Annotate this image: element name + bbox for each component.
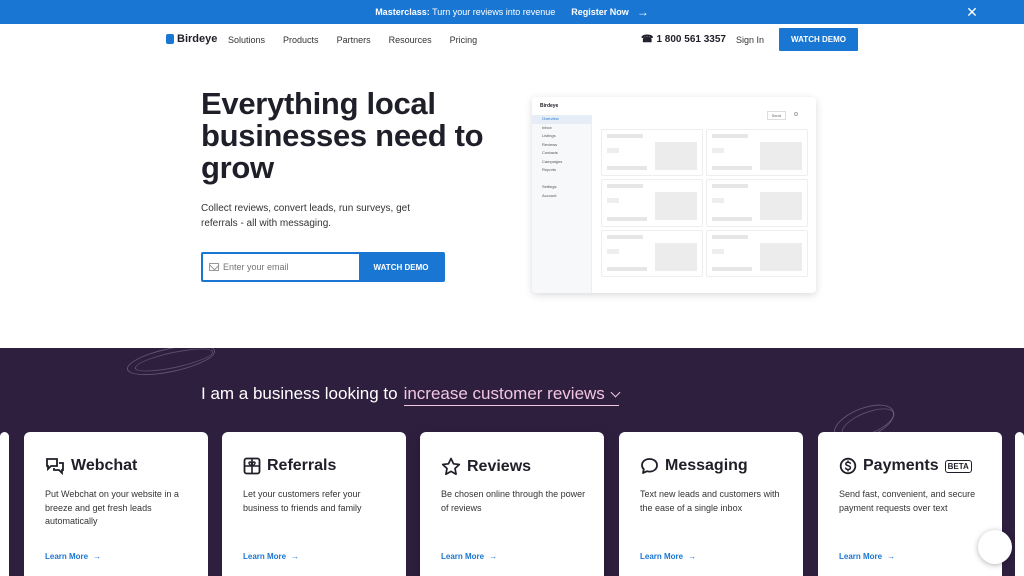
product-card-webchat[interactable]: Webchat Put Webchat on your website in a… [24, 432, 208, 576]
nav-item-solutions[interactable]: Solutions [228, 35, 265, 45]
nav-menu: Solutions Products Partners Resources Pr… [228, 35, 477, 45]
hero-watch-demo-button[interactable]: WATCH DEMO [359, 254, 443, 280]
dollar-icon [839, 457, 857, 475]
card-title: Webchat [45, 457, 137, 475]
mockup-grid [601, 129, 808, 277]
mockup-side-item: Listings [542, 133, 556, 138]
product-card-reviews[interactable]: Reviews Be chosen online through the pow… [420, 432, 604, 576]
sign-in-link[interactable]: Sign In [736, 35, 764, 45]
close-icon[interactable]: ✕ [964, 4, 980, 20]
mockup-logo: Birdeye [540, 103, 559, 109]
chevron-down-icon [610, 387, 621, 397]
arrow-right-icon: → [887, 552, 896, 561]
nav-item-pricing[interactable]: Pricing [450, 35, 478, 45]
learn-more-text: Learn More [441, 552, 485, 561]
learn-more-link[interactable]: Learn More → [45, 552, 101, 561]
email-input[interactable] [203, 254, 359, 280]
mockup-side-item: Campaigns [542, 158, 563, 164]
card-edge-right [1015, 432, 1024, 576]
learn-more-text: Learn More [45, 552, 89, 561]
arrow-right-icon: → [93, 552, 102, 561]
learn-more-text: Learn More [839, 552, 883, 561]
card-title: Payments BETA [839, 457, 972, 475]
mockup-side-item: Contacts [542, 150, 558, 155]
goal-prefix: I am a business looking to [201, 384, 398, 403]
mockup-side-item: Reviews [542, 141, 558, 147]
main-nav: Birdeye Solutions Products Partners Reso… [0, 24, 1024, 58]
learn-more-link[interactable]: Learn More → [243, 552, 299, 561]
phone-icon: ☎ [641, 34, 654, 45]
card-description: Send fast, convenient, and secure paymen… [839, 489, 976, 513]
mockup-sidebar: Overview Inbox Listings Reviews Contacts… [532, 115, 592, 293]
card-title-text: Reviews [467, 457, 532, 475]
card-title-text: Referrals [267, 457, 337, 474]
dashboard-mockup: Birdeye Send Overview Inbox Listings Rev… [532, 97, 816, 293]
mockup-side-item: Reports [542, 167, 557, 172]
mockup-send-button: Send [766, 111, 786, 120]
card-description: Put Webchat on your website in a breeze … [45, 489, 179, 526]
learn-more-link[interactable]: Learn More → [640, 552, 696, 561]
nav-item-products[interactable]: Products [283, 35, 319, 45]
mockup-card [601, 229, 703, 277]
product-card-messaging[interactable]: Messaging Text new leads and customers w… [619, 432, 803, 576]
arrow-right-icon: → [489, 552, 498, 561]
card-description: Be chosen online through the power of re… [441, 489, 586, 513]
arrow-right-icon: → [291, 552, 300, 561]
mockup-side-item: Inbox [542, 124, 552, 130]
arrow-right-icon: → [688, 552, 697, 561]
mockup-settings-icon [794, 112, 798, 116]
birdeye-logo-icon [166, 34, 174, 44]
phone-link[interactable]: ☎ 1 800 561 3357 [641, 34, 726, 45]
goal-selected-value: increase customer reviews [403, 384, 605, 403]
card-description: Text new leads and customers with the ea… [640, 489, 780, 513]
brand-name: Birdeye [177, 33, 218, 45]
register-now-link[interactable]: Register Now [571, 7, 629, 17]
card-title-text: Webchat [71, 457, 138, 474]
card-title: Reviews [441, 457, 531, 476]
card-title-text: Payments [863, 457, 939, 474]
star-icon [441, 457, 461, 476]
gift-icon [243, 457, 261, 475]
mockup-side-item: Account [542, 192, 557, 198]
promo-strong: Masterclass: [375, 7, 430, 17]
learn-more-text: Learn More [640, 552, 684, 561]
learn-more-text: Learn More [243, 552, 287, 561]
mockup-side-item: Settings [542, 184, 557, 189]
nav-item-partners[interactable]: Partners [337, 35, 371, 45]
message-icon [640, 457, 659, 475]
mail-icon [209, 263, 219, 271]
learn-more-link[interactable]: Learn More → [441, 552, 497, 561]
card-edge-left [0, 432, 9, 576]
mockup-card [706, 129, 808, 177]
product-card-referrals[interactable]: Referrals Let your customers refer your … [222, 432, 406, 576]
mockup-card [706, 179, 808, 227]
product-card-payments[interactable]: Payments BETA Send fast, convenient, and… [818, 432, 1002, 576]
hero-title: Everything local businesses need to grow [201, 86, 484, 185]
logo[interactable]: Birdeye [166, 33, 217, 45]
email-form: WATCH DEMO [201, 252, 445, 282]
card-title: Messaging [640, 457, 748, 475]
chat-widget-button[interactable] [978, 530, 1012, 564]
mockup-side-item [532, 175, 591, 184]
promo-text: Turn your reviews into revenue [429, 7, 556, 17]
hero-subtitle: Collect reviews, convert leads, run surv… [201, 203, 410, 229]
promo-banner: Masterclass: Turn your reviews into reve… [0, 0, 1024, 24]
card-title: Referrals [243, 457, 336, 475]
arrow-right-icon[interactable]: → [637, 5, 649, 19]
mockup-card [601, 179, 703, 227]
mockup-card [601, 129, 703, 177]
business-goal-heading: I am a business looking to increase cust… [201, 384, 621, 406]
nav-watch-demo-button[interactable]: WATCH DEMO [779, 28, 858, 51]
card-description: Let your customers refer your business t… [243, 489, 362, 513]
mockup-card [706, 229, 808, 277]
nav-item-resources[interactable]: Resources [389, 35, 432, 45]
beta-badge: BETA [944, 459, 972, 473]
card-title-text: Messaging [665, 457, 748, 474]
phone-number: 1 800 561 3357 [656, 34, 726, 45]
chat-icon [45, 457, 65, 475]
mockup-side-item: Overview [532, 115, 591, 124]
learn-more-link[interactable]: Learn More → [839, 552, 895, 561]
goal-dropdown[interactable]: increase customer reviews [403, 384, 621, 406]
